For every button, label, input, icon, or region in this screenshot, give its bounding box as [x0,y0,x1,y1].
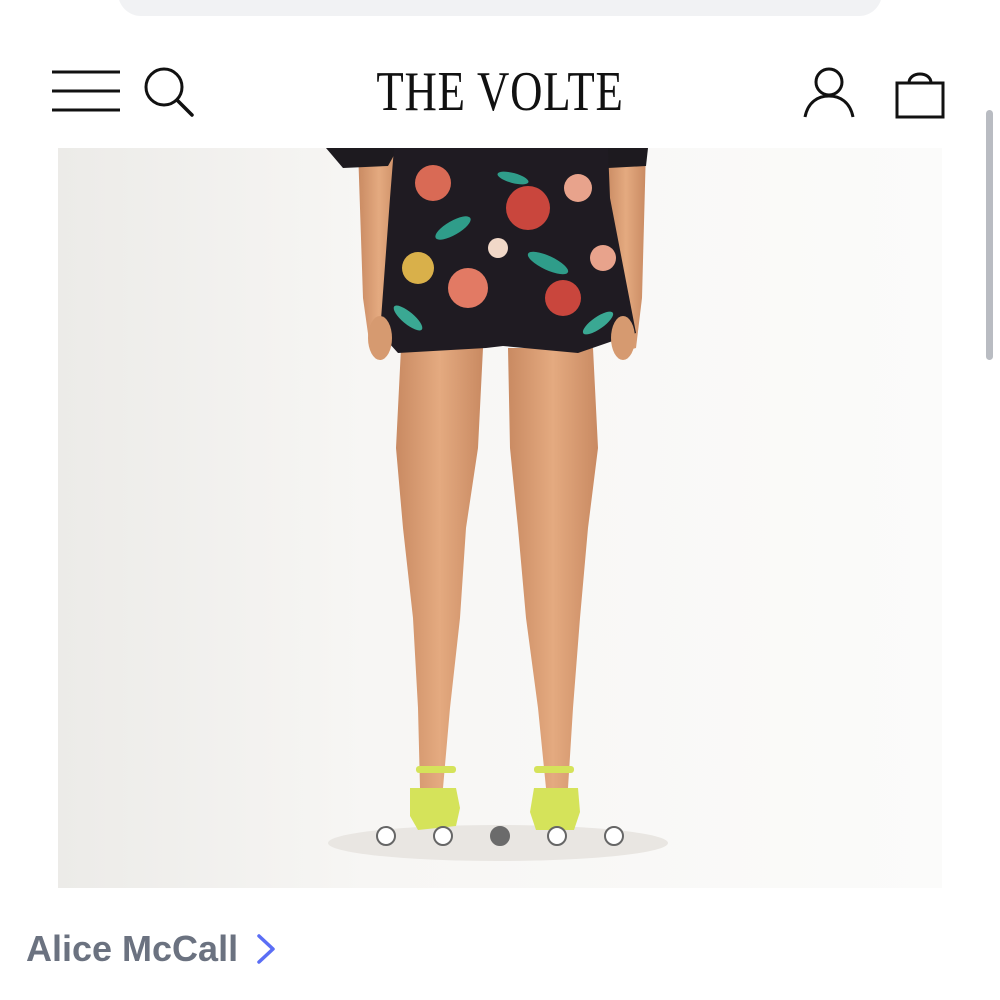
product-image-gallery[interactable] [58,148,942,888]
carousel-dot-4[interactable] [547,826,567,846]
chevron-right-icon [257,934,275,964]
carousel-dot-1[interactable] [376,826,396,846]
carousel-dot-2[interactable] [433,826,453,846]
site-header: THE VOLTE [0,40,1000,145]
carousel-dot-3[interactable] [490,826,510,846]
account-button[interactable] [802,66,856,120]
carousel-dot-5[interactable] [604,826,624,846]
brand-name: Alice McCall [26,928,239,969]
carousel-pagination [58,826,942,846]
product-photo [58,148,942,888]
brand-link[interactable]: Alice McCall [26,928,276,970]
account-icon [803,67,855,118]
page-scrollbar[interactable] [986,110,993,360]
address-bar[interactable] [118,0,882,16]
bag-icon [895,72,945,119]
bag-button[interactable] [894,66,946,120]
site-logo[interactable]: THE VOLTE [100,60,900,124]
